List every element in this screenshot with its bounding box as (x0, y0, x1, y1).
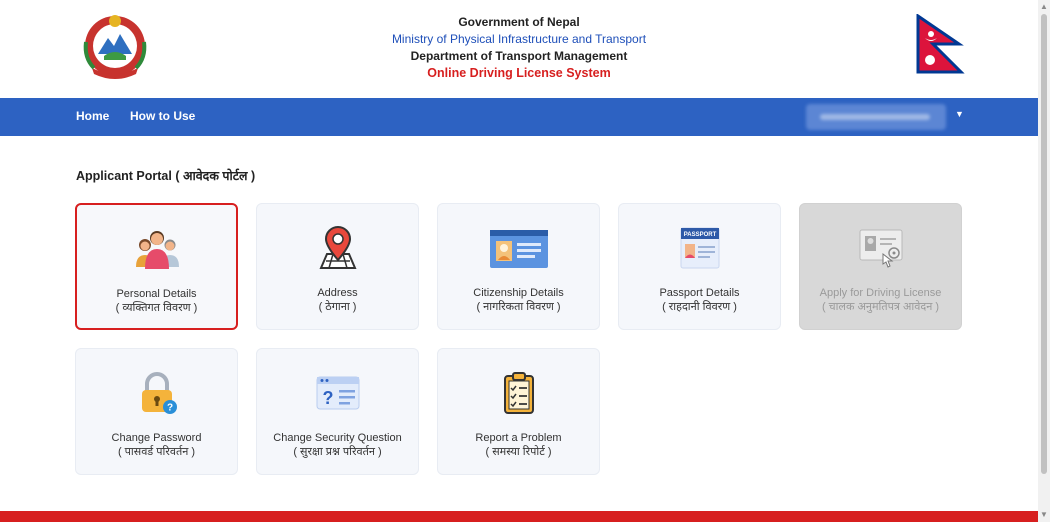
license-apply-icon (859, 229, 902, 268)
footer-bar (0, 511, 1038, 522)
address-card[interactable]: Address ( ठेगाना ) (256, 203, 419, 330)
card-label-nepali: ( समस्या रिपोर्ट ) (485, 446, 552, 458)
lock-icon: ? (141, 372, 177, 414)
card-label-nepali: ( पासवर्ड परिवर्तन ) (117, 446, 196, 458)
page-title: Applicant Portal ( आवेदक पोर्टल ) (76, 169, 256, 183)
nav-how-to-use-link[interactable]: How to Use (130, 109, 195, 123)
personal-details-card[interactable]: Personal Details ( व्यक्तिगत विवरण ) (75, 203, 238, 330)
card-label-nepali: ( ठेगाना ) (318, 301, 357, 313)
department-title: Department of Transport Management (410, 49, 628, 63)
id-card-icon (489, 230, 548, 268)
blurred-username (820, 114, 930, 120)
card-label: Passport Details (659, 287, 740, 299)
card-label: Report a Problem (475, 432, 562, 444)
nepal-flag-icon (916, 14, 965, 74)
card-label: Change Password (111, 432, 202, 444)
ministry-title: Ministry of Physical Infrastructure and … (391, 32, 647, 46)
citizenship-details-card[interactable]: Citizenship Details ( नागरिकता विवरण ) (437, 203, 600, 330)
apply-driving-license-card[interactable]: Apply for Driving License ( चालक अनुमतिप… (799, 203, 962, 330)
svg-text:?: ? (322, 388, 333, 408)
card-label: Citizenship Details (473, 287, 564, 299)
card-label-nepali: ( नागरिकता विवरण ) (476, 301, 561, 313)
main-navbar: Home How to Use ▼ (0, 98, 1038, 136)
card-label: Apply for Driving License (819, 287, 942, 299)
user-menu-button[interactable] (806, 104, 946, 130)
header-titles: Government of Nepal Ministry of Physical… (0, 14, 1038, 82)
map-pin-icon (318, 226, 357, 269)
scrollbar-thumb[interactable] (1041, 14, 1047, 474)
card-label: Change Security Question (273, 432, 402, 444)
card-label: Personal Details (116, 288, 197, 300)
clipboard-icon (503, 372, 534, 414)
change-password-card[interactable]: ? Change Password ( पासवर्ड परिवर्तन ) (75, 348, 238, 475)
passport-icon: PASSPORT (680, 227, 719, 269)
report-problem-card[interactable]: Report a Problem ( समस्या रिपोर्ट ) (437, 348, 600, 475)
card-label-nepali: ( व्यक्तिगत विवरण ) (115, 302, 198, 314)
system-title: Online Driving License System (427, 66, 611, 80)
scroll-down-icon[interactable]: ▼ (1040, 510, 1048, 519)
card-label-nepali: ( सुरक्षा प्रश्न परिवर्तन ) (293, 446, 382, 458)
chevron-down-icon[interactable]: ▼ (955, 109, 964, 119)
page-scrollbar[interactable]: ▲ ▼ (1038, 0, 1050, 522)
scroll-up-icon[interactable]: ▲ (1040, 2, 1048, 11)
card-label-nepali: ( चालक अनुमतिपत्र आवेदन ) (821, 301, 940, 313)
card-label: Address (317, 287, 358, 299)
svg-text:?: ? (166, 403, 172, 414)
change-security-question-card[interactable]: ? Change Security Question ( सुरक्षा प्र… (256, 348, 419, 475)
passport-details-card[interactable]: PASSPORT Passport Details ( राहदानी विवर… (618, 203, 781, 330)
card-label-nepali: ( राहदानी विवरण ) (662, 301, 737, 313)
page-header: Government of Nepal Ministry of Physical… (0, 0, 1038, 98)
passport-icon-text: PASSPORT (683, 232, 716, 238)
nav-home-link[interactable]: Home (76, 109, 109, 123)
people-icon (135, 231, 179, 269)
government-title: Government of Nepal (458, 15, 580, 29)
security-question-icon: ? (316, 376, 359, 410)
